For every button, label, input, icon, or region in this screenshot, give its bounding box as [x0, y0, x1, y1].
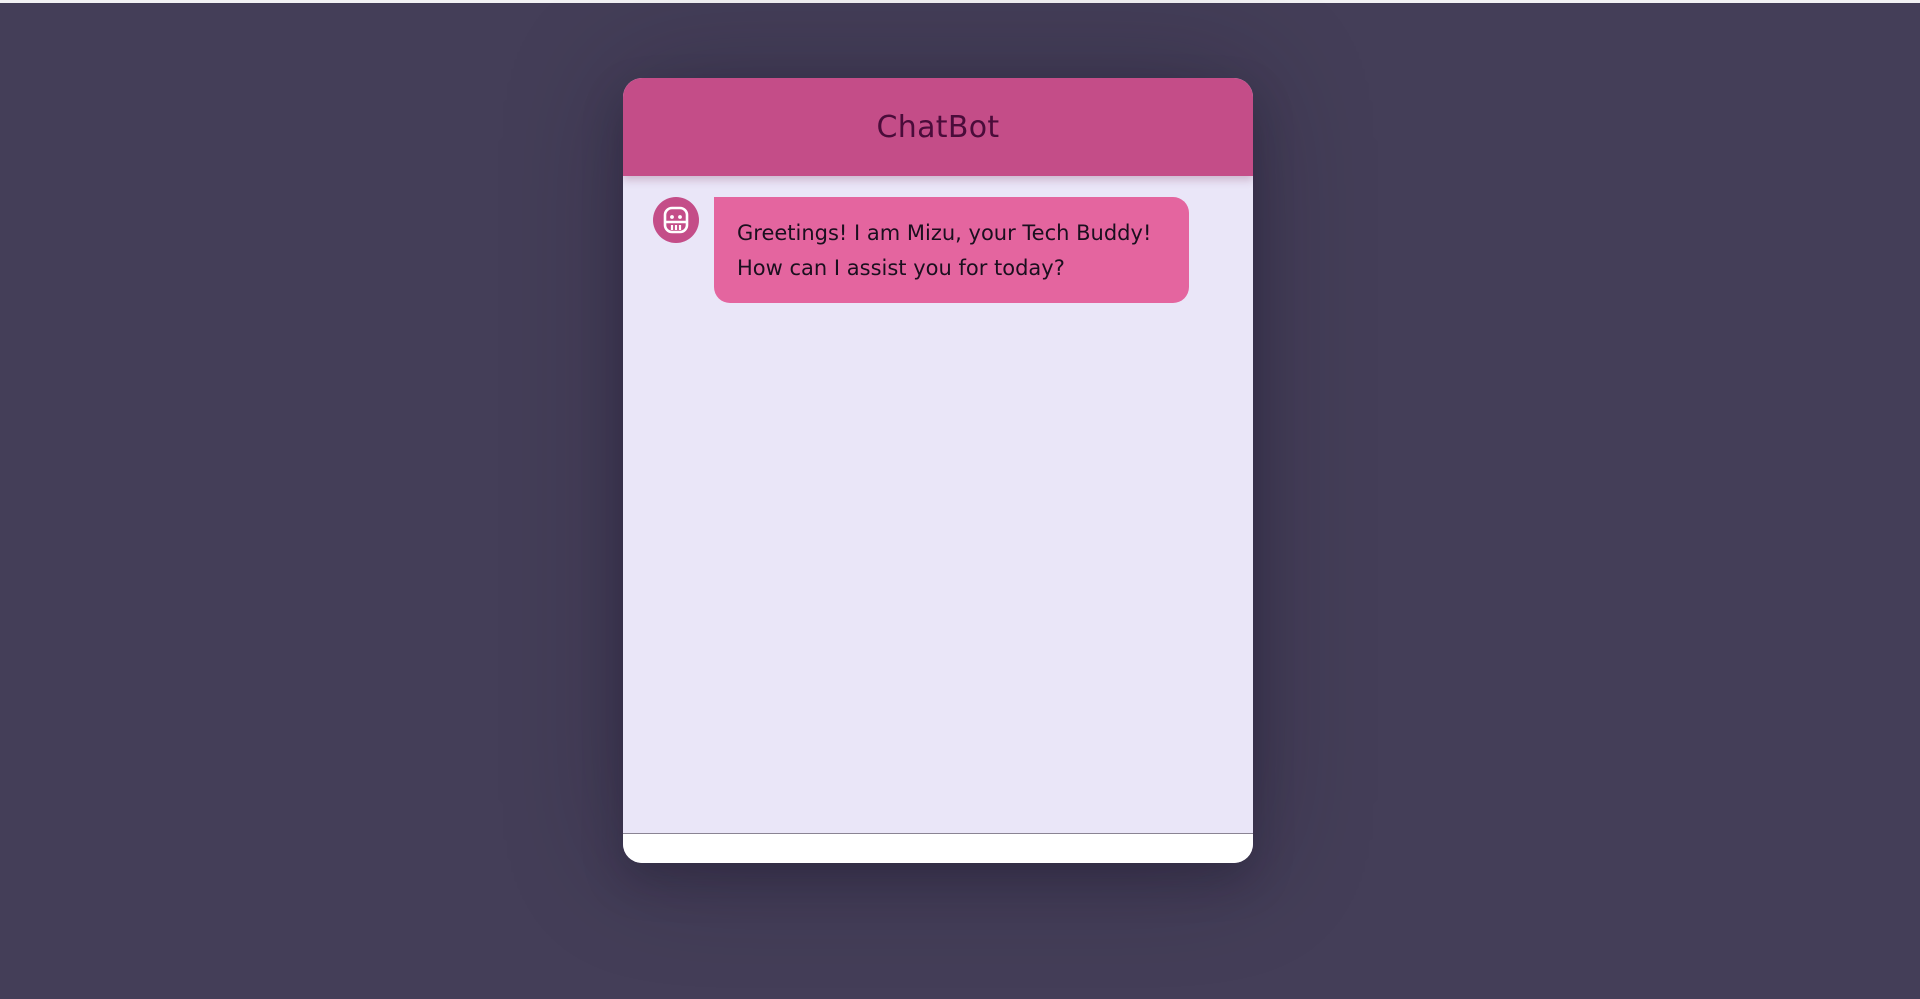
- chat-input-area: [623, 834, 1253, 863]
- message-text-line-2: How can I assist you for today?: [737, 256, 1065, 280]
- browser-top-edge: [0, 0, 1920, 3]
- robot-icon: [653, 197, 699, 243]
- chat-messages[interactable]: Greetings! I am Mizu, your Tech Buddy! H…: [623, 176, 1253, 834]
- chat-title: ChatBot: [876, 109, 1000, 145]
- message-text-line-1: Greetings! I am Mizu, your Tech Buddy!: [737, 221, 1152, 245]
- chatbot-window: ChatBot Greetings! I am Mizu, your Tech …: [623, 78, 1253, 863]
- message-bubble: Greetings! I am Mizu, your Tech Buddy! H…: [714, 197, 1189, 303]
- chat-header: ChatBot: [623, 78, 1253, 176]
- bot-message: Greetings! I am Mizu, your Tech Buddy! H…: [653, 197, 1189, 303]
